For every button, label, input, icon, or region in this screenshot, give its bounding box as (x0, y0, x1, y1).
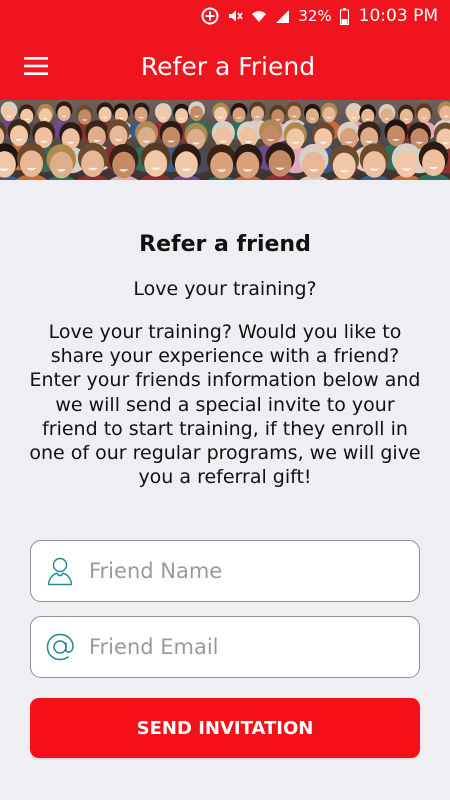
battery-icon (339, 7, 349, 25)
app-bar: Refer a Friend (0, 32, 450, 100)
person-icon (31, 540, 89, 602)
hamburger-menu-icon (24, 57, 48, 75)
battery-percent: 32% (298, 7, 332, 25)
section-heading: Refer a friend (139, 232, 311, 257)
crowd-photo (0, 100, 450, 180)
friend-email-field[interactable] (30, 616, 420, 678)
signal-icon (275, 9, 290, 24)
crowd-photo-banner (0, 100, 450, 180)
friend-name-field[interactable] (30, 540, 420, 602)
status-time: 10:03 PM (358, 6, 438, 26)
main-content: Refer a friend Love your training? Love … (0, 180, 450, 800)
hamburger-menu-button[interactable] (12, 42, 60, 90)
page-title: Refer a Friend (140, 51, 316, 81)
wifi-icon (251, 8, 267, 24)
friend-name-input[interactable] (89, 551, 409, 591)
referral-description: Love your training? Would you like to sh… (29, 321, 421, 489)
status-bar: 32% 10:03 PM (0, 0, 450, 32)
send-invitation-button[interactable]: SEND INVITATION (30, 698, 420, 758)
notification-plus-icon (201, 7, 219, 25)
friend-email-input[interactable] (89, 627, 409, 667)
at-sign-icon (31, 616, 89, 678)
section-subheading: Love your training? (133, 278, 317, 300)
mute-icon (227, 8, 243, 24)
